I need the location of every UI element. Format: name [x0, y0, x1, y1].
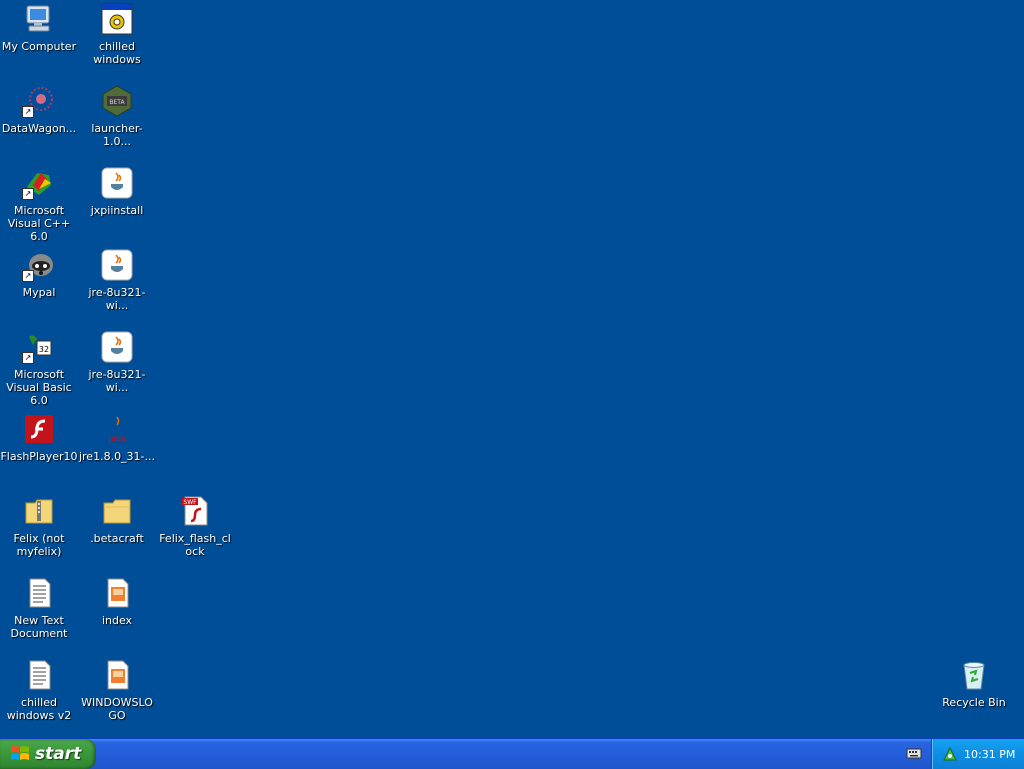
html-document-icon [100, 658, 134, 692]
desktop-icon-label: index [101, 614, 133, 627]
text-document-icon [22, 658, 56, 692]
betacraft-launcher-icon: BETA [100, 84, 134, 118]
desktop-icon-label: New Text Document [10, 614, 68, 640]
desktop-icon-datawagon[interactable]: ↗ DataWagon... [0, 84, 78, 135]
flash-player-icon [22, 412, 56, 446]
mypal-icon: ↗ [22, 248, 56, 282]
keyboard-icon[interactable] [906, 746, 922, 760]
desktop-icon-jre1-8[interactable]: Java jre1.8.0_31-... [78, 412, 156, 463]
svg-text:SWF: SWF [183, 499, 197, 506]
datawagon-icon: ↗ [22, 84, 56, 118]
desktop-icon-felix-flash-clock[interactable]: SWF Felix_flash_clock [156, 494, 234, 558]
html-document-icon [100, 576, 134, 610]
start-label: start [35, 744, 82, 764]
desktop-icon-label: Recycle Bin [942, 696, 1006, 709]
shortcut-arrow-icon: ↗ [22, 106, 34, 118]
start-button[interactable]: start [0, 739, 96, 769]
swf-file-icon: SWF [178, 494, 212, 528]
desktop-icon-recycle-bin[interactable]: Recycle Bin [935, 658, 1013, 709]
shortcut-arrow-icon: ↗ [22, 352, 34, 364]
desktop-icon-jre-2[interactable]: jre-8u321-wi... [78, 330, 156, 394]
java-icon [100, 248, 134, 282]
desktop-icon-label: launcher-1.0... [91, 122, 143, 148]
desktop-icon-chilled-windows-v2[interactable]: chilled windows v2 [0, 658, 78, 722]
svg-text:32: 32 [39, 345, 49, 354]
shortcut-arrow-icon: ↗ [22, 270, 34, 282]
folder-icon [100, 494, 134, 528]
desktop-icon-jxpiinstall[interactable]: jxpiinstall [78, 166, 156, 217]
desktop-icon-chilled-windows[interactable]: chilled windows [78, 2, 156, 66]
java-icon [100, 330, 134, 364]
windows-logo-icon [11, 746, 29, 760]
desktop-icon-windowslogo[interactable]: WINDOWSLOGO [78, 658, 156, 722]
program-window-icon [100, 2, 134, 36]
desktop-icon-label: jre-8u321-wi... [88, 368, 146, 394]
desktop-icon-index[interactable]: index [78, 576, 156, 627]
desktop-icon-new-text-document[interactable]: New Text Document [0, 576, 78, 640]
desktop-icon-jre-1[interactable]: jre-8u321-wi... [78, 248, 156, 312]
desktop-icon-my-computer[interactable]: My Computer [0, 2, 78, 53]
system-tray: 10:31 PM [931, 739, 1024, 769]
java-icon [100, 166, 134, 200]
desktop-icon-felix[interactable]: Felix (not myfelix) [0, 494, 78, 558]
network-icon[interactable] [942, 746, 958, 762]
desktop: My Computer chilled windows ↗ DataWagon.… [0, 0, 1024, 738]
desktop-icon-label: .betacraft [90, 532, 144, 545]
desktop-icon-label: Felix (not myfelix) [13, 532, 65, 558]
desktop-icon-label: Felix_flash_clock [159, 532, 231, 558]
desktop-icon-label: jxpiinstall [90, 204, 144, 217]
shortcut-arrow-icon: ↗ [22, 188, 34, 200]
visual-cpp-icon: ↗ [22, 166, 56, 200]
java-logo-icon: Java [100, 412, 134, 446]
taskbar: start 10:31 PM [0, 738, 1024, 769]
desktop-icon-label: Mypal [22, 286, 56, 299]
desktop-icon-betacraft[interactable]: .betacraft [78, 494, 156, 545]
desktop-icon-label: Microsoft Visual C++ 6.0 [7, 204, 71, 243]
desktop-icon-label: FlashPlayer10 [0, 450, 78, 463]
desktop-icon-mypal[interactable]: ↗ Mypal [0, 248, 78, 299]
visual-basic-icon: 32 ↗ [22, 330, 56, 364]
desktop-icon-flashplayer[interactable]: FlashPlayer10 [0, 412, 78, 463]
desktop-icon-label: chilled windows [93, 40, 141, 66]
desktop-icon-label: DataWagon... [1, 122, 77, 135]
desktop-icon-label: My Computer [1, 40, 77, 53]
recycle-bin-icon [957, 658, 991, 692]
desktop-icon-launcher[interactable]: BETA launcher-1.0... [78, 84, 156, 148]
desktop-icon-label: jre1.8.0_31-... [78, 450, 156, 463]
svg-text:Java: Java [108, 434, 126, 443]
desktop-icon-visual-basic[interactable]: 32 ↗ Microsoft Visual Basic 6.0 [0, 330, 78, 407]
desktop-icon-label: Microsoft Visual Basic 6.0 [6, 368, 72, 407]
desktop-icon-label: jre-8u321-wi... [88, 286, 146, 312]
desktop-icon-label: WINDOWSLOGO [81, 696, 153, 722]
desktop-icon-visual-cpp[interactable]: ↗ Microsoft Visual C++ 6.0 [0, 166, 78, 243]
my-computer-icon [22, 2, 56, 36]
desktop-icon-label: chilled windows v2 [6, 696, 72, 722]
svg-text:BETA: BETA [109, 99, 125, 106]
text-document-icon [22, 576, 56, 610]
zip-folder-icon [22, 494, 56, 528]
clock[interactable]: 10:31 PM [964, 748, 1015, 761]
